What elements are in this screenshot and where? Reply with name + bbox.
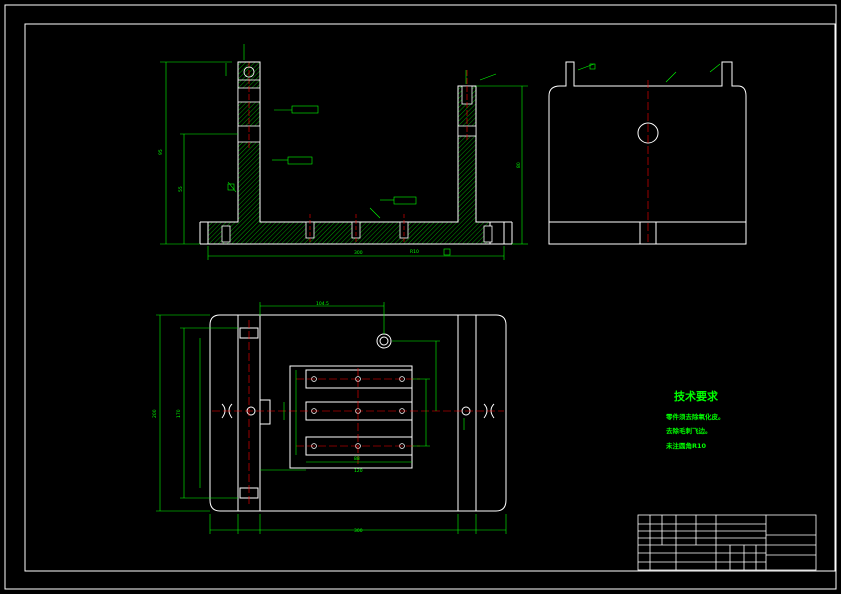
tech-req-line-1: 零件须去除氧化皮。 [665,412,725,421]
plan-width-dim: 300 [354,528,363,534]
inner-frame [24,23,836,572]
svg-text:120: 120 [354,468,363,474]
front-width-dim: 300 [354,250,363,256]
front-inner-height-dim: 80 [516,162,522,168]
title-block [637,514,817,571]
plan-view: 200 170 300 104.5 88 120 [152,301,507,534]
technical-requirements-title: 技术要求 [674,389,719,403]
front-section-view: 95 55 80 300 R10 [158,44,528,260]
front-height-dim: 95 [158,149,164,155]
svg-text:55: 55 [178,186,184,192]
outer-frame [4,4,837,590]
tech-req-line-2: 去除毛刺飞边。 [666,426,712,435]
svg-text:104.5: 104.5 [316,301,329,307]
tech-req-line-3: 未注圆角R10 [666,441,707,450]
svg-text:88: 88 [354,456,360,462]
plan-depth-dim: 200 [152,409,158,418]
cad-drawing-canvas: 95 55 80 300 R10 200 170 300 104.5 88 12… [0,0,841,594]
svg-text:170: 170 [176,409,182,418]
side-view [548,61,747,245]
svg-text:R10: R10 [410,249,419,255]
